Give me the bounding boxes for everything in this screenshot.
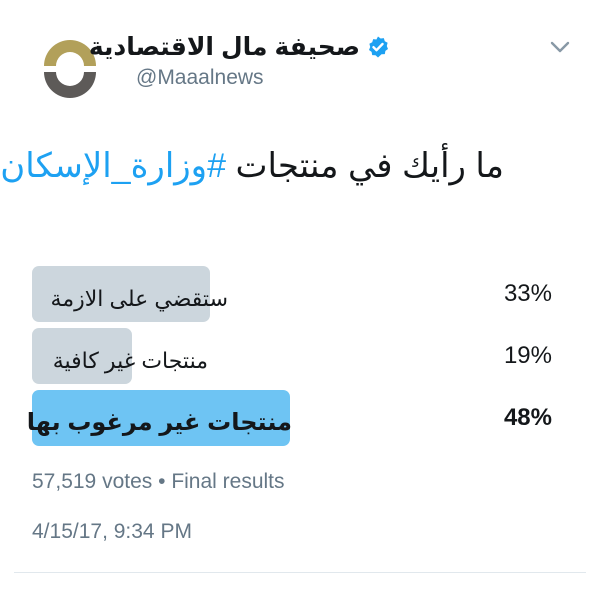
poll-option-percent: 48% bbox=[503, 404, 552, 431]
display-name[interactable]: صحيفة مال الاقتصادية bbox=[89, 32, 360, 62]
poll-option-percent: 19% bbox=[503, 342, 552, 369]
chevron-down-icon[interactable] bbox=[548, 38, 572, 56]
author-block: صحيفة مال الاقتصادية bbox=[89, 32, 390, 62]
poll-status: Final results bbox=[171, 470, 285, 493]
tweet-text: ما رأيك في منتجات #وزارة_الإسكان ؟ bbox=[0, 146, 504, 186]
tweet-timestamp[interactable]: 4/15/17, 9:34 PM bbox=[32, 520, 192, 544]
verified-badge-icon bbox=[366, 35, 390, 59]
user-handle[interactable]: @Maaalnews bbox=[136, 66, 264, 90]
poll-option-winner: منتجات غير مرغوب بها 48% bbox=[26, 390, 552, 446]
meta-separator: • bbox=[158, 470, 166, 493]
poll-option-label: منتجات غير كافية bbox=[52, 348, 208, 373]
poll: ستقضي على الازمة 33% منتجات غير كافية 19… bbox=[26, 266, 552, 452]
poll-option-label: ستقضي على الازمة bbox=[50, 286, 228, 311]
tweet-text-body: ما رأيك في منتجات bbox=[226, 147, 504, 185]
poll-votes: 57,519 votes bbox=[32, 470, 153, 493]
poll-option-percent: 33% bbox=[503, 280, 552, 307]
hashtag-link[interactable]: #وزارة_الإسكان bbox=[0, 147, 226, 185]
poll-meta: 57,519 votes • Final results bbox=[32, 470, 285, 494]
tweet-card: صحيفة مال الاقتصادية @Maaalnews ما رأيك … bbox=[0, 0, 600, 600]
divider bbox=[14, 572, 586, 573]
poll-option: ستقضي على الازمة 33% bbox=[32, 266, 552, 322]
display-name-row: صحيفة مال الاقتصادية bbox=[89, 32, 390, 62]
poll-option: منتجات غير كافية 19% bbox=[32, 328, 552, 384]
poll-option-label: منتجات غير مرغوب بها bbox=[26, 409, 292, 436]
